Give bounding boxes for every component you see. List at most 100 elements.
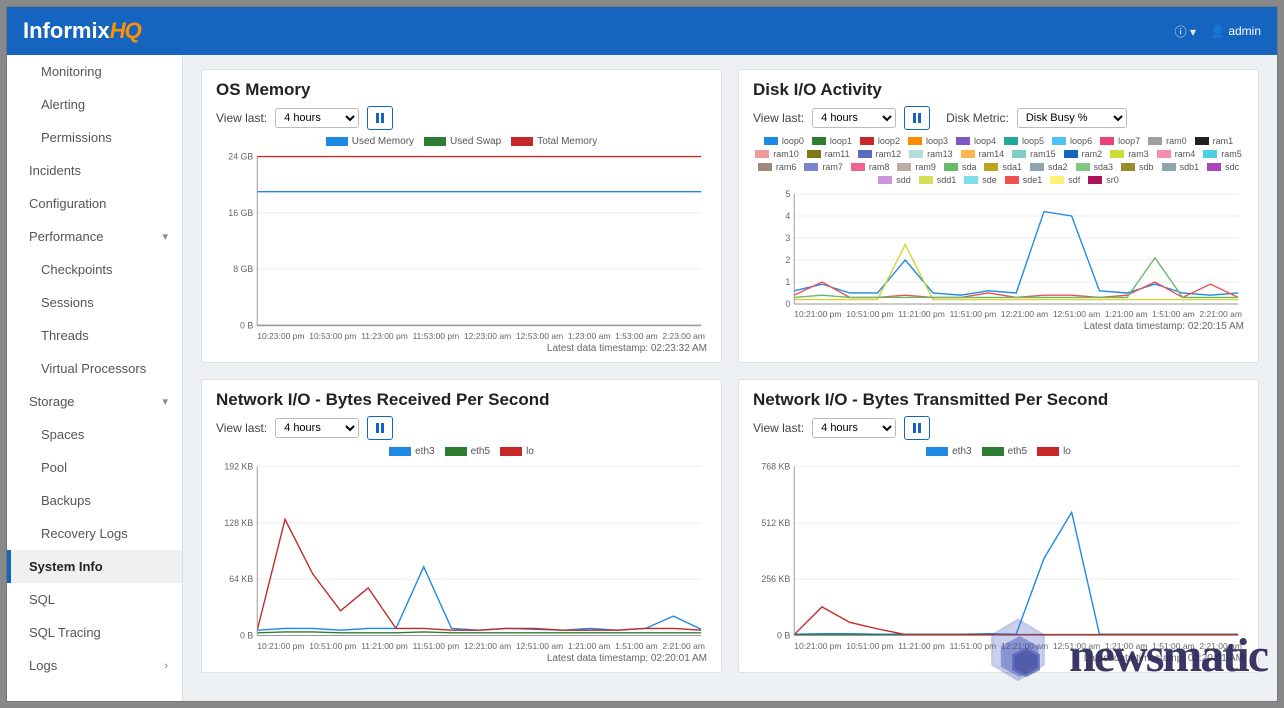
sidebar-item-checkpoints[interactable]: Checkpoints [7,253,182,286]
legend-label: loop4 [974,136,996,146]
sidebar-item-recovery-logs[interactable]: Recovery Logs [7,517,182,550]
sidebar-item-virtual-processors[interactable]: Virtual Processors [7,352,182,385]
legend-item[interactable]: sda2 [1030,162,1068,172]
sidebar-item-label: Spaces [41,427,84,442]
user-menu[interactable]: 👤 admin [1210,24,1261,38]
range-select[interactable]: 15 minutes1 hour4 hours12 hours24 hours [812,108,896,128]
legend-item[interactable]: loop2 [860,136,900,146]
sidebar-item-threads[interactable]: Threads [7,319,182,352]
legend-item[interactable]: loop1 [812,136,852,146]
sidebar-item-configuration[interactable]: Configuration [7,187,182,220]
legend-item[interactable]: ram15 [1012,149,1056,159]
sidebar-item-performance[interactable]: Performance▾ [7,220,182,253]
sidebar-item-spaces[interactable]: Spaces [7,418,182,451]
chart-disk-io: 012345 [753,189,1244,309]
legend-item[interactable]: Used Memory [326,136,414,147]
legend-item[interactable]: sr0 [1088,175,1119,185]
sidebar-item-pool[interactable]: Pool [7,451,182,484]
sidebar-item-label: Configuration [29,196,106,211]
svg-text:0 B: 0 B [240,320,253,330]
legend-item[interactable]: ram12 [858,149,902,159]
legend-item[interactable]: sdd [878,175,911,185]
pause-button[interactable] [367,416,393,440]
legend-item[interactable]: sde1 [1005,175,1043,185]
legend-item[interactable]: sda3 [1076,162,1114,172]
legend-swatch [961,150,975,158]
legend-item[interactable]: lo [500,446,534,457]
legend-item[interactable]: eth5 [982,446,1027,457]
x-tick: 12:51:00 am [1053,309,1100,319]
legend-item[interactable]: lo [1037,446,1071,457]
legend-item[interactable]: sde [964,175,997,185]
legend-swatch [1012,150,1026,158]
legend-item[interactable]: ram4 [1157,149,1196,159]
sidebar-item-backups[interactable]: Backups [7,484,182,517]
legend-item[interactable]: loop5 [1004,136,1044,146]
ts-label: Latest data timestamp: [547,343,648,354]
sidebar-item-alerting[interactable]: Alerting [7,88,182,121]
legend-item[interactable]: ram7 [804,162,843,172]
legend-label: loop2 [878,136,900,146]
legend-item[interactable]: ram5 [1203,149,1242,159]
legend-item[interactable]: ram11 [807,149,850,159]
ts-value: 02:23:32 AM [651,343,707,354]
range-select[interactable]: 15 minutes1 hour4 hours12 hours24 hours [275,108,359,128]
info-icon[interactable]: ⓘ ▾ [1175,23,1196,40]
legend-item[interactable]: sda [944,162,977,172]
range-select[interactable]: 15 minutes1 hour4 hours12 hours24 hours [275,418,359,438]
legend-item[interactable]: ram1 [1195,136,1234,146]
legend-item[interactable]: loop7 [1100,136,1140,146]
range-select[interactable]: 15 minutes1 hour4 hours12 hours24 hours [812,418,896,438]
legend-label: sde1 [1023,175,1043,185]
legend-item[interactable]: sdb [1121,162,1154,172]
legend-item[interactable]: eth3 [926,446,971,457]
x-tick: 10:21:00 pm [794,309,841,319]
legend-item[interactable]: ram10 [755,149,799,159]
pause-button[interactable] [904,106,930,130]
legend-item[interactable]: ram8 [851,162,890,172]
legend-item[interactable]: ram3 [1110,149,1149,159]
legend-item[interactable]: ram9 [897,162,936,172]
chart-net-tx: 0 B256 KB512 KB768 KB [753,461,1244,641]
x-tick: 1:21:00 am [568,641,611,651]
legend-swatch [982,447,1004,456]
legend-item[interactable]: eth3 [389,446,434,457]
legend-swatch [1004,137,1018,145]
legend-item[interactable]: ram0 [1148,136,1187,146]
sidebar-item-sql[interactable]: SQL [7,583,182,616]
legend-item[interactable]: ram14 [961,149,1005,159]
legend-swatch [851,163,865,171]
svg-text:0 B: 0 B [777,630,790,640]
sidebar-item-monitoring[interactable]: Monitoring [7,55,182,88]
legend-item[interactable]: sdb1 [1162,162,1200,172]
legend-item[interactable]: sdc [1207,162,1239,172]
legend-item[interactable]: ram2 [1064,149,1103,159]
legend-item[interactable]: ram6 [758,162,797,172]
sidebar-item-permissions[interactable]: Permissions [7,121,182,154]
sidebar-item-system-info[interactable]: System Info [7,550,182,583]
legend-item[interactable]: Used Swap [424,136,501,147]
legend-label: ram14 [979,149,1005,159]
legend-item[interactable]: sdd1 [919,175,957,185]
pause-button[interactable] [904,416,930,440]
legend-item[interactable]: eth5 [445,446,490,457]
legend-item[interactable]: loop4 [956,136,996,146]
sidebar-item-storage[interactable]: Storage▾ [7,385,182,418]
disk-metric-select[interactable]: Disk Busy %Reads/secWrites/sec [1017,108,1127,128]
sidebar-item-sql-tracing[interactable]: SQL Tracing [7,616,182,649]
legend-item[interactable]: Total Memory [511,136,597,147]
legend-item[interactable]: sda1 [984,162,1022,172]
sidebar-item-logs[interactable]: Logs› [7,649,182,682]
legend-label: ram5 [1221,149,1242,159]
legend-swatch [804,163,818,171]
sidebar-item-label: Backups [41,493,91,508]
legend-item[interactable]: loop6 [1052,136,1092,146]
legend-item[interactable]: loop3 [908,136,948,146]
sidebar-item-sessions[interactable]: Sessions [7,286,182,319]
x-tick: 10:51:00 pm [309,641,356,651]
legend-item[interactable]: sdf [1050,175,1080,185]
legend-item[interactable]: loop0 [764,136,804,146]
legend-item[interactable]: ram13 [909,149,953,159]
pause-button[interactable] [367,106,393,130]
sidebar-item-incidents[interactable]: Incidents [7,154,182,187]
